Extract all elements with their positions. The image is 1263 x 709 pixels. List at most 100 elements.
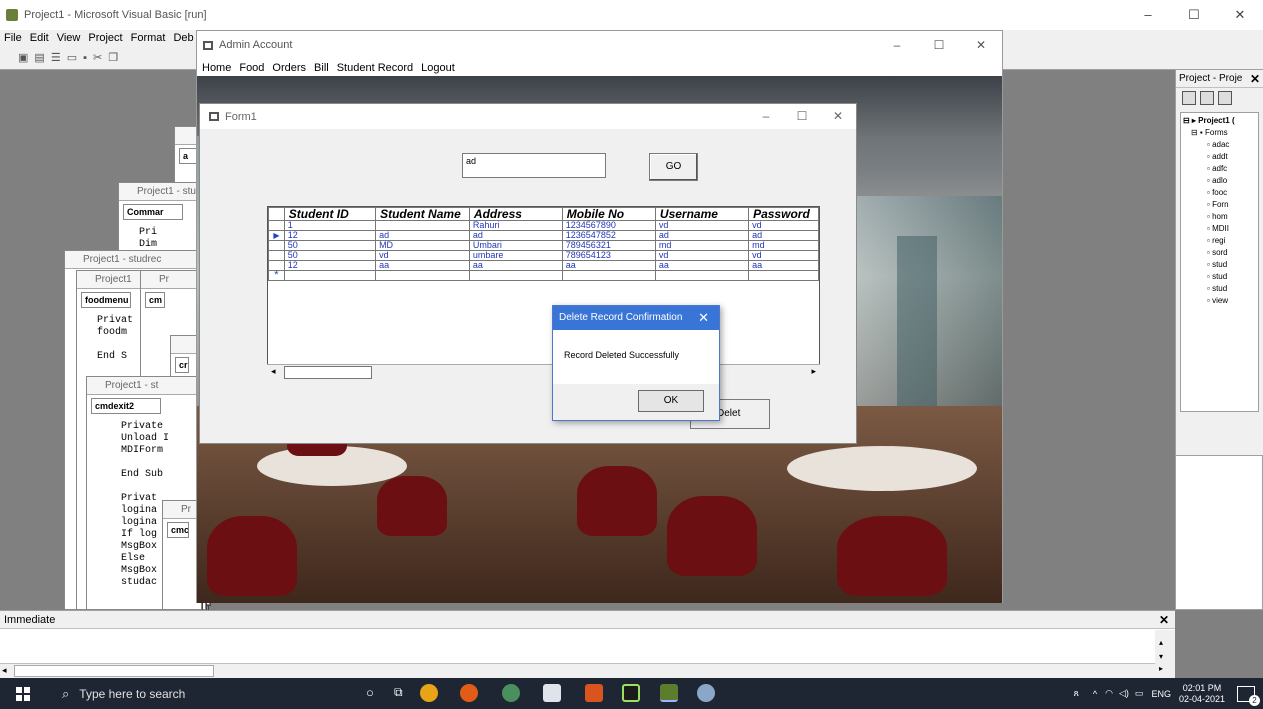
form1-window[interactable]: Form1 – ☐ ✕ ad GO Student ID Student Nam… [199, 103, 857, 444]
grid-horizontal-scrollbar[interactable]: ◂ ▸ [267, 364, 820, 380]
tree-item-form[interactable]: ▫ stud [1183, 259, 1256, 271]
column-header[interactable]: Address [468, 207, 563, 221]
tree-item-form[interactable]: ▫ addt [1183, 151, 1256, 163]
table-row[interactable]: 1 Rahuri 1234567890 vd vd [268, 220, 819, 231]
column-header[interactable]: Password [748, 207, 819, 221]
search-input[interactable]: ad [462, 153, 606, 178]
table-row[interactable]: ▶ 12 ad ad 1236547852 ad ad [268, 230, 819, 241]
ok-button[interactable]: OK [638, 390, 704, 412]
vertical-scrollbar[interactable]: ▴ ▾ ▸ [1155, 630, 1175, 678]
maximize-button[interactable]: ☐ [1171, 0, 1217, 30]
people-icon[interactable]: ጸ [1074, 688, 1079, 699]
minimize-button[interactable]: – [876, 31, 918, 59]
tree-item-form[interactable]: ▫ Forn [1183, 199, 1256, 211]
menu-project[interactable]: Project [88, 32, 122, 44]
menu-home[interactable]: Home [202, 62, 231, 74]
tree-item-form[interactable]: ▫ regi [1183, 235, 1256, 247]
menu-file[interactable]: File [4, 32, 22, 44]
minimize-button[interactable]: – [748, 104, 784, 129]
new-row[interactable]: * [268, 270, 819, 281]
visual-basic-icon[interactable] [660, 684, 678, 702]
table-row[interactable]: 50 MD Umbari 789456321 md md [268, 240, 819, 251]
battery-icon[interactable]: ▭ [1135, 688, 1144, 699]
close-button[interactable]: ✕ [960, 31, 1002, 59]
view-code-icon[interactable] [1182, 91, 1196, 105]
tree-item-form[interactable]: ▫ view [1183, 295, 1256, 307]
copy-icon[interactable]: ❐ [108, 51, 118, 64]
close-icon[interactable]: ✕ [698, 306, 709, 330]
column-header[interactable]: Student Name [375, 207, 470, 221]
tree-item-form[interactable]: ▫ fooc [1183, 187, 1256, 199]
close-button[interactable]: ✕ [1217, 0, 1263, 30]
menu-debug[interactable]: Deb [173, 32, 193, 44]
paint-icon[interactable] [697, 684, 715, 702]
menu-view[interactable]: View [57, 32, 81, 44]
maximize-button[interactable]: ☐ [784, 104, 820, 129]
tree-item-form[interactable]: ▫ MDII [1183, 223, 1256, 235]
object-combo[interactable]: cmdexit2 [91, 398, 161, 414]
close-icon[interactable]: ✕ [1250, 72, 1260, 86]
notifications-icon[interactable]: 2 [1237, 685, 1260, 706]
delete-confirmation-dialog[interactable]: Delete Record Confirmation ✕ Record Dele… [552, 305, 720, 421]
tree-item-form[interactable]: ▫ stud [1183, 271, 1256, 283]
object-combo[interactable]: cm [145, 292, 165, 308]
chrome-icon[interactable] [420, 684, 438, 702]
tree-item-form[interactable]: ▫ stud [1183, 283, 1256, 295]
close-icon[interactable]: ✕ [1159, 613, 1169, 627]
add-project-icon[interactable]: ▣ [18, 51, 28, 64]
menu-format[interactable]: Format [131, 32, 166, 44]
tree-item-project[interactable]: ⊟ ▸ Project1 ( [1183, 115, 1256, 127]
column-header[interactable]: Student ID [283, 207, 377, 221]
tree-item-form[interactable]: ▫ adfc [1183, 163, 1256, 175]
start-button[interactable] [0, 678, 46, 709]
volume-icon[interactable]: ◁) [1119, 688, 1129, 699]
task-view-icon[interactable]: ⧉ [394, 685, 403, 700]
tree-item-form[interactable]: ▫ hom [1183, 211, 1256, 223]
toggle-folders-icon[interactable] [1218, 91, 1232, 105]
menu-bill[interactable]: Bill [314, 62, 329, 74]
firefox-icon[interactable] [460, 684, 478, 702]
maximize-button[interactable]: ☐ [918, 31, 960, 59]
office-icon[interactable] [585, 684, 603, 702]
scroll-thumb[interactable] [284, 366, 372, 379]
tree-item-forms[interactable]: ⊟ ▪ Forms [1183, 127, 1256, 139]
table-row[interactable]: 12 aa aa aa aa aa [268, 260, 819, 271]
cortana-icon[interactable]: ○ [366, 685, 374, 700]
table-row[interactable]: 50 vd umbare 789654123 vd vd [268, 250, 819, 261]
column-header[interactable]: Mobile No [561, 207, 656, 221]
wifi-icon[interactable]: ◠ [1105, 688, 1113, 699]
tree-item-form[interactable]: ▫ adlo [1183, 175, 1256, 187]
chevron-up-icon[interactable]: ^ [1093, 689, 1097, 699]
object-combo[interactable]: foodmenu [81, 292, 131, 308]
object-combo[interactable]: cmc [167, 522, 189, 538]
horizontal-scrollbar[interactable]: ◂ [0, 663, 1175, 678]
mail-icon[interactable] [543, 684, 561, 702]
menu-editor-icon[interactable]: ☰ [51, 51, 61, 64]
go-button[interactable]: GO [649, 153, 698, 181]
scroll-left-icon[interactable]: ◂ [271, 366, 276, 377]
tree-item-form[interactable]: ▫ adac [1183, 139, 1256, 151]
add-form-icon[interactable]: ▤ [34, 51, 44, 64]
menu-food[interactable]: Food [239, 62, 264, 74]
menu-orders[interactable]: Orders [272, 62, 306, 74]
student-data-grid[interactable]: Student ID Student Name Address Mobile N… [267, 206, 820, 380]
code-text[interactable]: Pri Dim [119, 223, 207, 251]
slack-icon[interactable] [502, 684, 520, 702]
view-object-icon[interactable] [1200, 91, 1214, 105]
close-button[interactable]: ✕ [820, 104, 856, 129]
menu-logout[interactable]: Logout [421, 62, 455, 74]
taskbar-search[interactable]: ⌕ Type here to search [46, 678, 340, 709]
language-indicator[interactable]: ENG [1151, 689, 1171, 699]
clock[interactable]: 02:01 PM 02-04-2021 [1179, 683, 1225, 705]
object-combo[interactable]: cr [175, 357, 189, 373]
menu-edit[interactable]: Edit [30, 32, 49, 44]
pycharm-icon[interactable] [622, 684, 640, 702]
menu-student-record[interactable]: Student Record [337, 62, 413, 74]
save-icon[interactable]: ▪ [83, 52, 87, 64]
object-combo[interactable]: Commar [123, 204, 183, 220]
minimize-button[interactable]: – [1125, 0, 1171, 30]
tree-item-form[interactable]: ▫ sord [1183, 247, 1256, 259]
cut-icon[interactable]: ✂ [93, 51, 102, 64]
scroll-right-icon[interactable]: ▸ [811, 366, 816, 377]
open-icon[interactable]: ▭ [67, 51, 77, 64]
